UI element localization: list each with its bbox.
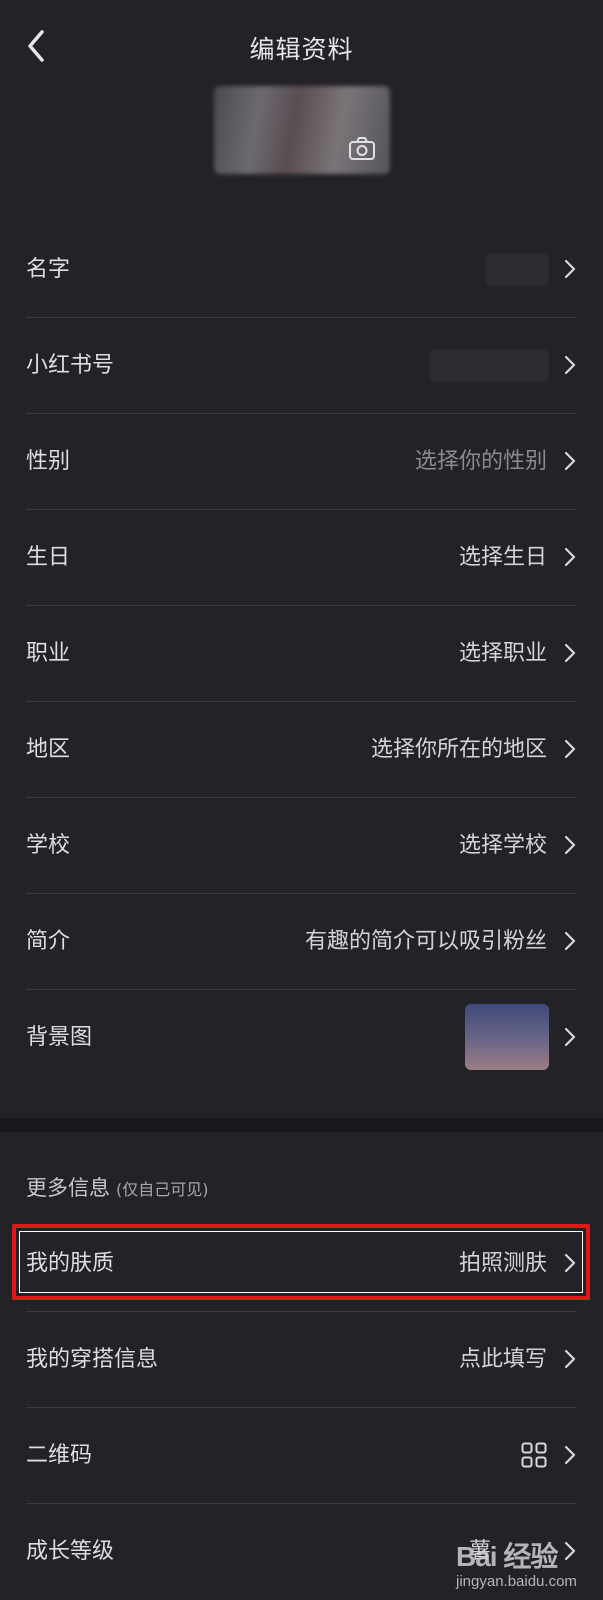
bio-value: 有趣的简介可以吸引粉丝 [304, 929, 547, 954]
qr-code-row[interactable]: 二维码 [26, 1408, 577, 1504]
chevron-right-icon [564, 1253, 576, 1273]
name-value-blurred [485, 254, 549, 286]
school-label: 学校 [26, 833, 71, 858]
gender-value: 选择你的性别 [414, 449, 547, 474]
chevron-right-icon [564, 547, 576, 567]
qr-code-icon [521, 1442, 547, 1468]
avatar[interactable] [214, 86, 390, 174]
skin-type-value: 拍照测肤 [458, 1251, 547, 1276]
birthday-label: 生日 [26, 545, 71, 570]
chevron-right-icon [564, 1445, 576, 1465]
school-value: 选择学校 [458, 833, 547, 858]
birthday-row[interactable]: 生日 选择生日 [26, 510, 577, 606]
occupation-row[interactable]: 职业 选择职业 [26, 606, 577, 702]
skin-type-row[interactable]: 我的肤质 拍照测肤 [26, 1216, 577, 1312]
chevron-right-icon [564, 739, 576, 759]
bio-label: 简介 [26, 929, 71, 954]
outfit-info-row[interactable]: 我的穿搭信息 点此填写 [26, 1312, 577, 1408]
background-image-row[interactable]: 背景图 [26, 990, 577, 1085]
gender-label: 性别 [26, 449, 71, 474]
skin-type-label: 我的肤质 [26, 1251, 115, 1276]
more-info-list: 我的肤质 拍照测肤 我的穿搭信息 点此填写 二维码 成长等级 薯 [0, 1216, 603, 1599]
page-title: 编辑资料 [249, 35, 354, 64]
occupation-label: 职业 [26, 641, 71, 666]
qr-code-label: 二维码 [26, 1443, 93, 1468]
growth-level-row[interactable]: 成长等级 薯 [26, 1504, 577, 1599]
birthday-value: 选择生日 [458, 545, 547, 570]
bio-row[interactable]: 简介 有趣的简介可以吸引粉丝 [26, 894, 577, 990]
name-row[interactable]: 名字 [26, 222, 577, 318]
chevron-right-icon [564, 835, 576, 855]
region-row[interactable]: 地区 选择你所在的地区 [26, 702, 577, 798]
name-label: 名字 [26, 257, 71, 282]
more-info-title: 更多信息 [26, 1176, 110, 1200]
xiaohongshu-id-label: 小红书号 [26, 353, 115, 378]
school-row[interactable]: 学校 选择学校 [26, 798, 577, 894]
chevron-right-icon [564, 1541, 576, 1561]
chevron-right-icon [564, 259, 576, 279]
growth-level-label: 成长等级 [26, 1539, 115, 1564]
chevron-right-icon [564, 355, 576, 375]
outfit-info-value: 点此填写 [458, 1347, 547, 1372]
background-thumbnail [465, 1004, 549, 1070]
gender-row[interactable]: 性别 选择你的性别 [26, 414, 577, 510]
xiaohongshu-id-value-blurred [429, 350, 549, 382]
region-value: 选择你所在的地区 [370, 737, 547, 762]
chevron-right-icon [564, 643, 576, 663]
top-bar: 编辑资料 [0, 0, 603, 96]
background-image-label: 背景图 [26, 1025, 93, 1050]
camera-icon[interactable] [348, 136, 376, 162]
chevron-right-icon [564, 1349, 576, 1369]
profile-field-list: 名字 小红书号 性别 选择你的性别 生日 选择生日 职业 选择职业 地区 选择你… [0, 222, 603, 1085]
chevron-right-icon [564, 931, 576, 951]
xiaohongshu-id-row[interactable]: 小红书号 [26, 318, 577, 414]
growth-level-value: 薯 [468, 1539, 491, 1564]
chevron-right-icon [564, 451, 576, 471]
occupation-value: 选择职业 [458, 641, 547, 666]
region-label: 地区 [26, 737, 71, 762]
outfit-info-label: 我的穿搭信息 [26, 1347, 159, 1372]
more-info-heading: 更多信息 (仅自己可见) [26, 1172, 209, 1202]
more-info-subtitle: (仅自己可见) [116, 1180, 209, 1199]
chevron-right-icon [564, 1027, 576, 1047]
section-divider [0, 1118, 603, 1132]
